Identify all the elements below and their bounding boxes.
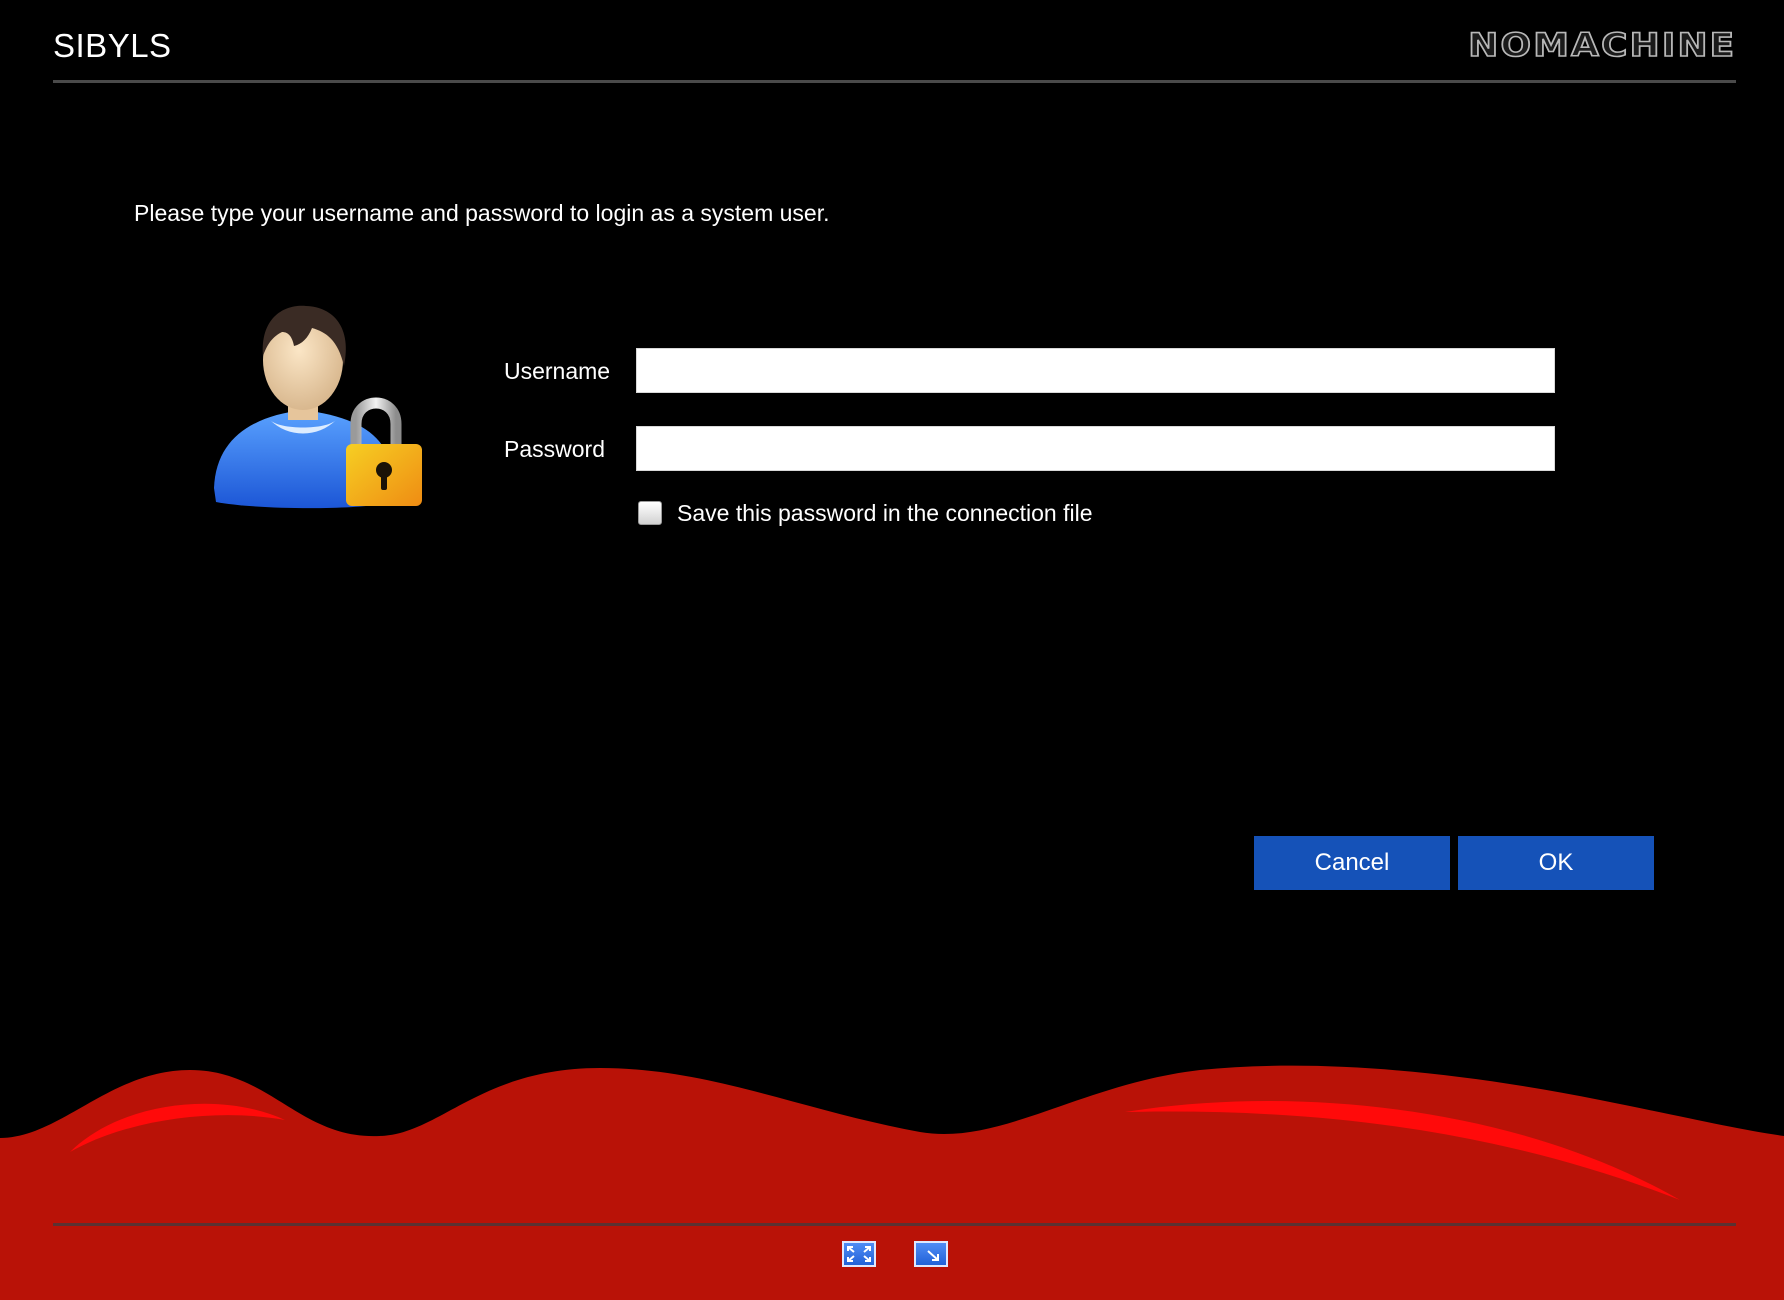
- scale-display-icon[interactable]: [914, 1241, 948, 1267]
- ok-button[interactable]: OK: [1458, 836, 1654, 890]
- save-password-label: Save this password in the connection fil…: [677, 500, 1093, 526]
- footer-divider: [53, 1223, 1736, 1226]
- fit-to-window-icon[interactable]: [842, 1241, 876, 1267]
- session-title: SIBYLS: [53, 27, 172, 64]
- save-password-checkbox[interactable]: [638, 501, 662, 525]
- cancel-button[interactable]: Cancel: [1254, 836, 1450, 890]
- user-lock-icon: [214, 305, 422, 509]
- nomachine-logo: NOMACHINE: [1467, 26, 1736, 64]
- login-prompt: Please type your username and password t…: [134, 200, 830, 226]
- footer-wave-decoration: [0, 1065, 1784, 1300]
- save-password-option[interactable]: Save this password in the connection fil…: [638, 498, 1093, 528]
- header-divider: [53, 80, 1736, 83]
- username-input[interactable]: [636, 348, 1555, 393]
- username-label: Username: [504, 358, 611, 384]
- password-label: Password: [504, 436, 605, 462]
- password-input[interactable]: [636, 426, 1555, 471]
